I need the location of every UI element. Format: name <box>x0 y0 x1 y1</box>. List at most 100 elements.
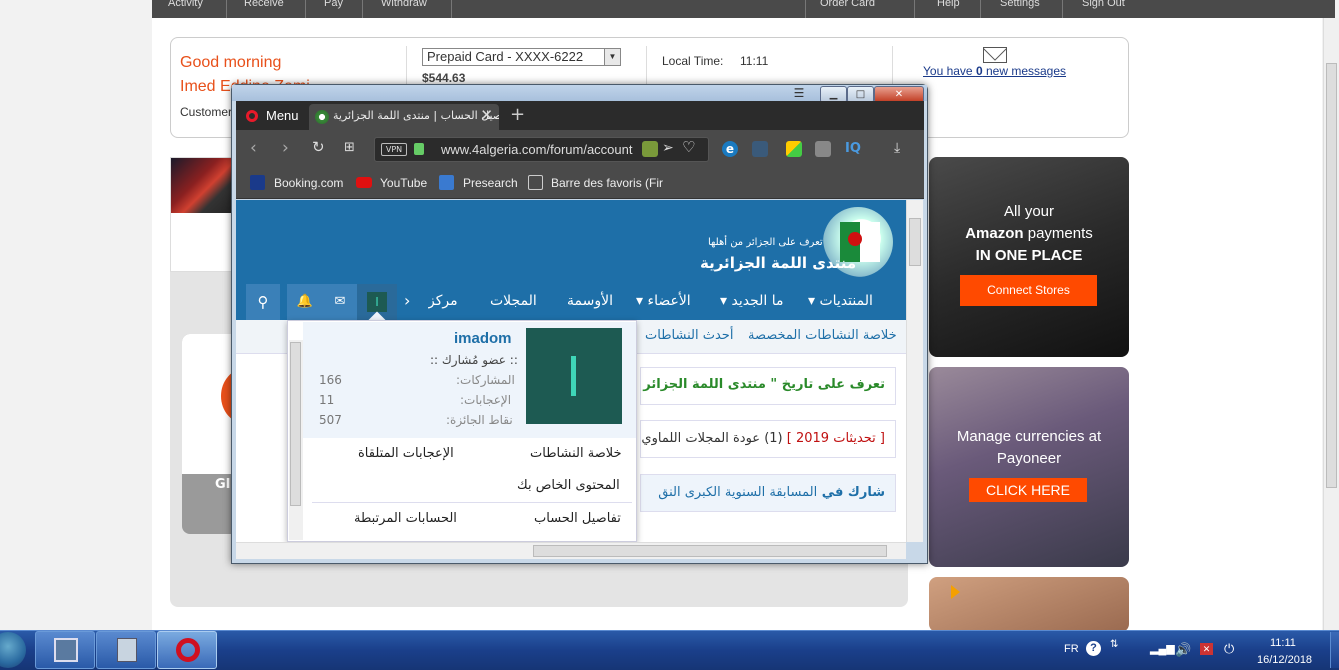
calculator-icon <box>117 638 137 662</box>
ad-banner-3[interactable] <box>929 577 1129 632</box>
lock-icon[interactable] <box>414 143 424 155</box>
link-your-content[interactable]: المحتوى الخاص بك <box>517 478 620 493</box>
tray-arrows-icon[interactable]: ⇅ <box>1110 639 1118 650</box>
show-desktop-button[interactable] <box>1330 632 1339 668</box>
ad-text-line2: Amazon payments <box>965 225 1093 242</box>
link-account-details[interactable]: تفاصيل الحساب <box>534 511 621 526</box>
bookmark-booking[interactable]: Booking.com <box>274 176 343 190</box>
payoneer-ad-banner[interactable]: Manage currencies at Payoneer CLICK HERE <box>929 367 1129 567</box>
stat-posts-label: المشاركات: <box>456 373 515 387</box>
new-tab-button[interactable]: + <box>510 104 525 125</box>
crescent-icon <box>848 232 862 246</box>
content-vertical-scrollbar[interactable] <box>906 200 923 542</box>
booking-icon <box>250 175 265 190</box>
nav-receive[interactable]: Receive <box>244 0 284 9</box>
amazon-ad-banner[interactable]: All your Amazon payments IN ONE PLACE Co… <box>929 157 1129 357</box>
url-text[interactable]: www.4algeria.com/forum/account <box>441 142 632 157</box>
stat-points-label: نقاط الجائزة: <box>446 413 513 427</box>
forward-icon[interactable]: › <box>282 138 289 158</box>
reload-icon[interactable]: ↻ <box>312 138 325 156</box>
nav-whats-new[interactable]: ▾ ما الجديد <box>720 293 784 309</box>
notice-contest[interactable]: شارك في المسابقة السنوية الكبرى النق <box>640 474 896 512</box>
folder-icon <box>528 175 543 190</box>
nav-withdraw[interactable]: Withdraw <box>381 0 427 9</box>
taskbar-computer-app[interactable] <box>35 631 95 669</box>
subnav-custom-feed[interactable]: خلاصة النشاطات المخصصة <box>748 328 897 343</box>
envelope-icon[interactable]: ✉ <box>323 284 357 320</box>
signal-icon[interactable]: ▂▄▆ <box>1150 642 1175 655</box>
stat-likes-label: الإعجابات: <box>460 393 512 407</box>
balance-amount: $544.63 <box>422 71 466 85</box>
nav-forums[interactable]: ▾ المنتديات <box>808 293 873 309</box>
ad-text-line2: Payoneer <box>996 450 1062 467</box>
language-indicator[interactable]: FR <box>1064 643 1079 655</box>
notice-history[interactable]: تعرف على تاريخ " منتدى اللمة الجزائر <box>640 367 896 405</box>
page-scrollbar[interactable] <box>1323 18 1339 630</box>
search-icon[interactable]: ⚲ <box>246 284 280 320</box>
browser-tab[interactable]: تفاصيل الحساب | منتدى اللمة الجزائرية ✕ <box>309 104 499 130</box>
clock-time[interactable]: 11:11 <box>1270 637 1296 649</box>
ad-text-line1: Manage currencies at <box>956 428 1102 445</box>
send-icon[interactable]: ➢ <box>662 140 674 156</box>
opera-menu-button[interactable]: Menu <box>236 101 308 130</box>
nav-order-card[interactable]: Order Card <box>820 0 875 9</box>
computer-icon <box>54 638 78 662</box>
ad-text-line1: All your <box>1003 203 1055 220</box>
content-horizontal-scrollbar[interactable] <box>236 542 906 559</box>
card-select[interactable]: Prepaid Card - XXXX-6222 ▼ <box>422 48 621 66</box>
bookmark-presearch[interactable]: Presearch <box>463 176 518 190</box>
volume-icon[interactable]: 🔊 <box>1175 642 1191 658</box>
nav-pay[interactable]: Pay <box>324 0 343 9</box>
taskbar-calculator-app[interactable] <box>96 631 156 669</box>
promo-card[interactable] <box>170 157 238 272</box>
bookmark-youtube[interactable]: YouTube <box>380 176 427 190</box>
ad-text-line3: IN ONE PLACE <box>975 247 1083 264</box>
click-here-button[interactable]: CLICK HERE <box>969 478 1087 502</box>
nav-scroll-icon[interactable]: › <box>404 291 410 310</box>
nav-magazines[interactable]: المجلات <box>490 293 537 309</box>
dropdown-username[interactable]: imadom <box>454 330 512 347</box>
dropdown-scrollbar[interactable] <box>289 340 303 540</box>
notice-updates[interactable]: [ تحديثات 2019 ] (1) عودة المجلات اللماو… <box>640 420 896 458</box>
clock-date[interactable]: 16/12/2018 <box>1257 654 1312 666</box>
cube-icon[interactable] <box>642 141 658 157</box>
messages-link[interactable]: You have 0 new messages <box>923 64 1066 78</box>
extension-image-icon[interactable] <box>752 141 768 157</box>
help-icon[interactable]: ? <box>1086 641 1101 656</box>
nav-sign-out[interactable]: Sign Out <box>1082 0 1125 9</box>
heart-icon[interactable]: ♡ <box>682 138 695 156</box>
nav-badges[interactable]: الأوسمة <box>567 293 613 309</box>
close-tab-icon[interactable]: ✕ <box>480 106 493 124</box>
nav-activity[interactable]: Activity <box>168 0 203 9</box>
vpn-badge[interactable]: VPN <box>381 143 407 156</box>
nav-center[interactable]: مركز <box>428 293 464 309</box>
subnav-latest-activity[interactable]: أحدث النشاطات <box>645 328 733 343</box>
connect-stores-button[interactable]: Connect Stores <box>960 275 1097 306</box>
back-icon[interactable]: ‹ <box>250 138 257 158</box>
top-navigation-bar: Activity Receive Pay Withdraw Order Card… <box>152 0 1335 18</box>
download-icon[interactable]: ⤓ <box>894 140 900 156</box>
nav-members[interactable]: ▾ الأعضاء <box>636 293 691 309</box>
chevron-down-icon[interactable]: ▼ <box>604 49 620 65</box>
extension-iq-icon[interactable]: IQ <box>845 141 865 157</box>
bell-icon[interactable]: 🔔 <box>287 284 323 320</box>
avatar[interactable] <box>526 328 622 424</box>
taskbar-opera-app[interactable] <box>157 631 217 669</box>
opera-logo-icon <box>246 110 258 122</box>
link-connected-accounts[interactable]: الحسابات المرتبطة <box>354 511 457 526</box>
link-likes-received[interactable]: الإعجابات المتلقاة <box>358 446 454 461</box>
nav-help[interactable]: Help <box>937 0 960 9</box>
extension-e-icon[interactable]: e <box>722 141 738 157</box>
card-caption: GI <box>215 477 231 492</box>
envelope-icon[interactable] <box>983 47 1007 63</box>
extension-star-icon[interactable] <box>786 141 802 157</box>
network-error-icon[interactable]: ✕ <box>1200 643 1213 655</box>
extension-k-icon[interactable] <box>815 141 831 157</box>
link-activity-summary[interactable]: خلاصة النشاطات <box>530 446 622 461</box>
customer-label: Customer <box>180 105 233 119</box>
nav-settings[interactable]: Settings <box>1000 0 1040 9</box>
speed-dial-icon[interactable]: ⊞ <box>344 140 355 155</box>
chevron-down-icon: ▾ <box>808 293 820 309</box>
bookmark-folder[interactable]: Barre des favoris (Fire <box>551 176 663 190</box>
power-icon[interactable]: ⏻ <box>1224 641 1234 657</box>
